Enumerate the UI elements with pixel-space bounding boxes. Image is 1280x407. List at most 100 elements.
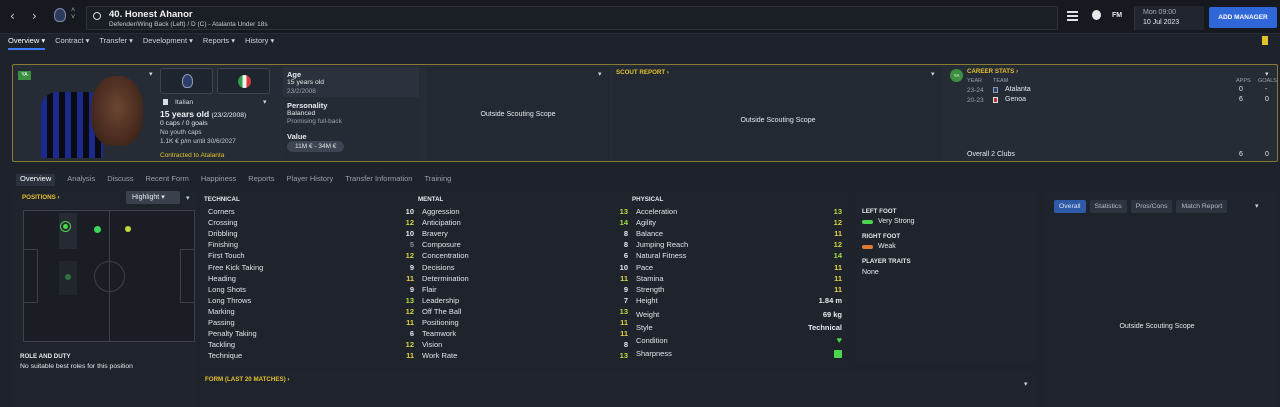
attribute-value: 6 (623, 251, 628, 261)
career-team[interactable]: Genoa (1005, 96, 1026, 103)
chevron-down-icon[interactable]: ▾ (931, 70, 935, 78)
attribute-row[interactable]: Concentration 6 (422, 251, 628, 262)
attribute-row[interactable]: First Touch 12 (208, 251, 414, 262)
nation-badge-box[interactable] (217, 68, 270, 94)
subtab-player-history[interactable]: Player History (287, 174, 334, 186)
add-manager-button[interactable]: ADD MANAGER (1209, 7, 1277, 28)
attribute-row[interactable]: Teamwork 11 (422, 329, 628, 340)
subtab-overview[interactable]: Overview (16, 174, 56, 186)
report-tab-overall[interactable]: Overall (1054, 200, 1086, 213)
subtab-discuss[interactable]: Discuss (107, 174, 133, 186)
attribute-row[interactable]: Stamina 11 (636, 274, 842, 285)
attribute-row[interactable]: Agility 12 (636, 218, 842, 229)
chevron-down-icon[interactable]: ▾ (263, 98, 267, 106)
value-chip[interactable]: 11M € - 34M € (287, 141, 345, 152)
attribute-name: Passing (208, 318, 235, 327)
attribute-row[interactable]: Heading 11 (208, 274, 414, 285)
club-crest-icon[interactable] (54, 8, 66, 22)
positions-label[interactable]: POSITIONS › (22, 194, 59, 201)
forward-icon[interactable]: › (32, 9, 37, 23)
attribute-row[interactable]: Free Kick Taking 9 (208, 263, 414, 274)
highlight-dropdown[interactable]: Highlight ▾ (126, 191, 180, 204)
chevron-down-icon[interactable]: ▾ (1255, 202, 1259, 210)
club-badge-box[interactable] (160, 68, 213, 94)
attribute-row[interactable]: Finishing 5 (208, 240, 414, 251)
fm-logo[interactable]: FM (1112, 12, 1122, 19)
attribute-row[interactable]: Off The Ball 13 (422, 307, 628, 318)
attribute-row[interactable]: Technique 11 (208, 351, 414, 362)
attribute-row[interactable]: Tackling 12 (208, 340, 414, 351)
attribute-row[interactable]: Natural Fitness 14 (636, 251, 842, 262)
right-foot-value: Weak (878, 243, 896, 250)
subtab-happiness[interactable]: Happiness (201, 174, 236, 186)
attribute-row[interactable]: Leadership 7 (422, 296, 628, 307)
attribute-row[interactable]: Work Rate 13 (422, 351, 628, 362)
contract-status[interactable]: Contracted to Atalanta (160, 152, 224, 159)
tab-reports[interactable]: Reports ▾ (203, 36, 235, 50)
report-tab-match-report[interactable]: Match Report (1176, 200, 1228, 213)
sort-arrows-icon[interactable]: ˄ ˅ (71, 7, 75, 21)
tab-contract[interactable]: Contract ▾ (55, 36, 89, 50)
back-icon[interactable]: ‹ (10, 9, 15, 23)
genoa-crest-icon (993, 97, 998, 103)
attribute-row[interactable]: Acceleration 13 (636, 207, 842, 218)
subtab-training[interactable]: Training (424, 174, 451, 186)
report-tab-statistics[interactable]: Statistics (1089, 200, 1127, 213)
subtab-reports[interactable]: Reports (248, 174, 274, 186)
form-label[interactable]: FORM (LAST 20 MATCHES) › (205, 376, 289, 383)
position-marker-competent[interactable] (125, 226, 131, 232)
attribute-row[interactable]: Long Shots 9 (208, 285, 414, 296)
chevron-down-icon[interactable]: ▾ (149, 70, 153, 78)
bookmark-icon[interactable] (1262, 36, 1268, 45)
attribute-name: Long Throws (208, 295, 252, 305)
attribute-row[interactable]: Dribbling 10 (208, 229, 414, 240)
attribute-row[interactable]: Penalty Taking 6 (208, 329, 414, 340)
skull-icon[interactable] (1092, 10, 1101, 20)
attribute-row[interactable]: Bravery 8 (422, 229, 628, 240)
attribute-row[interactable]: Strength 11 (636, 285, 842, 296)
career-team[interactable]: Atalanta (1005, 86, 1031, 93)
chevron-down-icon[interactable]: ▾ (1024, 380, 1028, 388)
attribute-row[interactable]: Crossing 12 (208, 218, 414, 229)
chevron-down-icon[interactable]: ▾ (598, 70, 602, 78)
career-stats-label[interactable]: CAREER STATS › (967, 68, 1018, 75)
tab-history[interactable]: History ▾ (245, 36, 274, 50)
attribute-row[interactable]: Aggression 13 (422, 207, 628, 218)
position-slot[interactable] (59, 261, 77, 295)
attribute-row[interactable]: Decisions 10 (422, 263, 628, 274)
attribute-row[interactable]: Flair 9 (422, 285, 628, 296)
subtab-analysis[interactable]: Analysis (67, 174, 95, 186)
subtab-transfer-information[interactable]: Transfer Information (345, 174, 412, 186)
attribute-row[interactable]: Balance 11 (636, 229, 842, 240)
attribute-row[interactable]: Passing 11 (208, 318, 414, 329)
date-box[interactable]: Mon 09:00 10 Jul 2023 (1134, 6, 1204, 30)
chevron-down-icon[interactable]: ▾ (186, 194, 190, 202)
position-marker-natural[interactable] (60, 221, 71, 232)
career-year: 20-23 (967, 97, 984, 104)
player-title-box[interactable]: 40. Honest Ahanor Defender/Wing Back (Le… (86, 6, 1058, 30)
attribute-row[interactable]: Vision 8 (422, 340, 628, 351)
attribute-row[interactable]: Composure 8 (422, 240, 628, 251)
tab-transfer[interactable]: Transfer ▾ (99, 36, 133, 50)
tab-development[interactable]: Development ▾ (143, 36, 193, 50)
attribute-row[interactable]: Corners 10 (208, 207, 414, 218)
attribute-row[interactable]: Pace 11 (636, 263, 842, 274)
chevron-down-icon[interactable]: ▾ (1265, 70, 1269, 78)
tab-overview[interactable]: Overview ▾ (8, 36, 46, 50)
position-marker-accomplished[interactable] (94, 226, 101, 233)
report-tab-proscons[interactable]: Pros/Cons (1130, 200, 1173, 213)
career-row[interactable]: 23-24 Atalanta 0 - (967, 86, 1277, 96)
attribute-row[interactable]: Long Throws 13 (208, 296, 414, 307)
attribute-row[interactable]: Anticipation 14 (422, 218, 628, 229)
menu-icon[interactable] (1067, 11, 1078, 21)
attribute-row[interactable]: Positioning 11 (422, 318, 628, 329)
col-year: YEAR (967, 78, 982, 84)
subtab-recent-form[interactable]: Recent Form (145, 174, 188, 186)
attribute-row[interactable]: Marking 12 (208, 307, 414, 318)
career-row[interactable]: 20-23 Genoa 6 0 (967, 96, 1277, 106)
scout-report-label[interactable]: SCOUT REPORT › (616, 69, 669, 76)
attribute-name: Concentration (422, 251, 469, 261)
attribute-row[interactable]: Jumping Reach 12 (636, 240, 842, 251)
search-icon[interactable] (93, 12, 101, 20)
attribute-row[interactable]: Determination 11 (422, 274, 628, 285)
